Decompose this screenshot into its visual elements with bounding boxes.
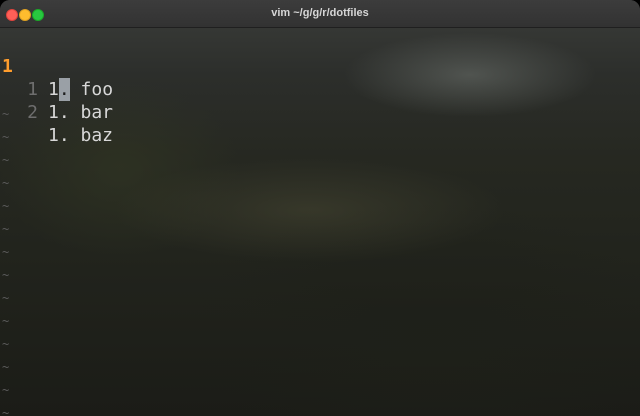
empty-line-tilde: ~ [2,222,10,236]
empty-line-tilde: ~ [2,176,10,190]
empty-line-tilde: ~ [2,199,10,213]
empty-line-tilde: ~ [2,107,10,121]
title-bar[interactable]: vim ~/g/g/r/dotfiles [0,0,640,28]
window-title: vim ~/g/g/r/dotfiles [271,7,369,19]
empty-line-tilde: ~ [2,130,10,144]
buffer-line[interactable]: 2 1. baz [0,78,113,146]
empty-line-tilde: ~ [2,360,10,374]
empty-line-tilde: ~ [2,153,10,167]
empty-line-tilde: ~ [2,291,10,305]
line-content[interactable]: 1. baz [48,124,113,147]
empty-line-tilde: ~ [2,406,10,416]
buffer-line[interactable]: 1 1. foo [0,32,113,101]
line-text-rest: foo [69,79,114,100]
terminal-window: vim ~/g/g/r/dotfiles 1 1. foo 1 1. bar 2… [0,0,640,416]
empty-line-tilde: ~ [2,245,10,259]
empty-line-tilde: ~ [2,337,10,351]
vim-editor-buffer[interactable]: 1 1. foo 1 1. bar 2 1. baz ~ ~ ~ ~ ~ ~ ~ ~ ~ ~ ~ ~ ~… [0,30,640,416]
empty-line-tilde: ~ [2,383,10,397]
empty-line-tilde: ~ [2,268,10,282]
empty-line-tilde: ~ [2,314,10,328]
buffer-line[interactable]: 1 1. bar [0,55,113,123]
